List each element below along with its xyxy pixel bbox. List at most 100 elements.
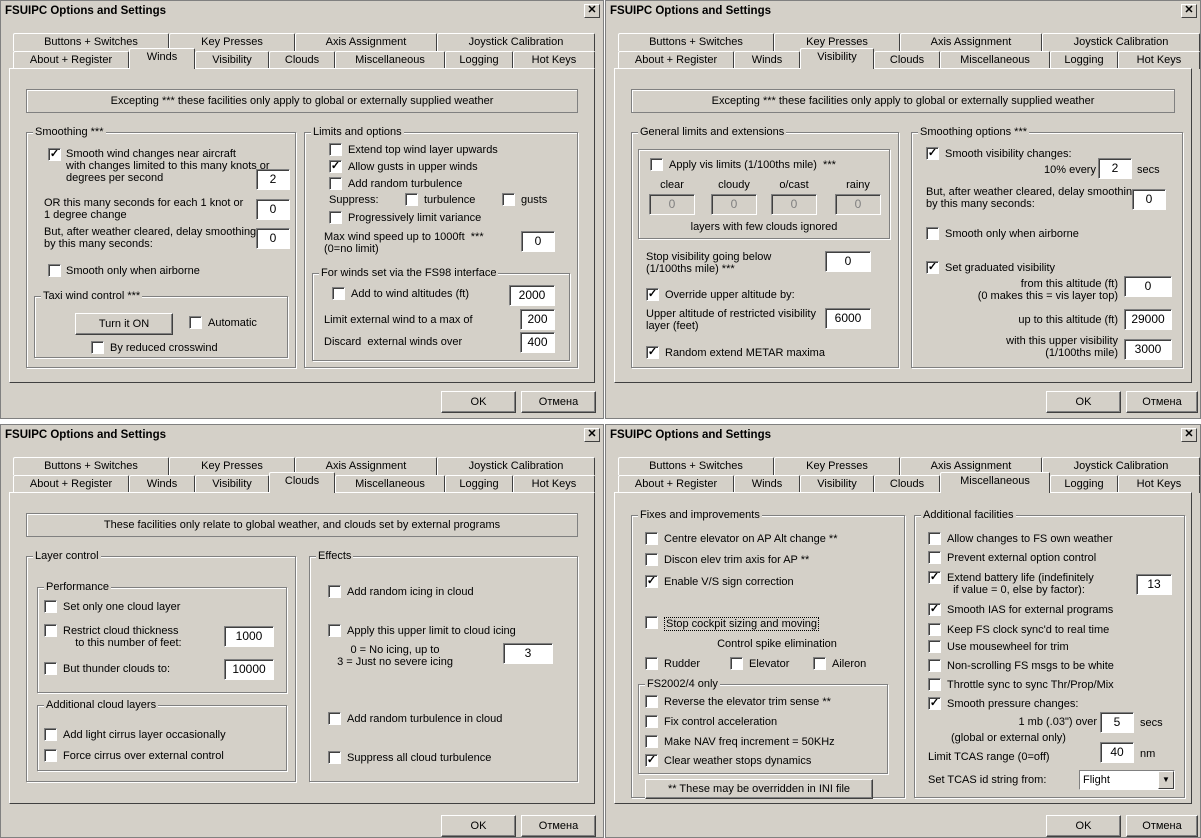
apply-vis-checkbox[interactable]	[650, 158, 663, 171]
from-alt-input[interactable]: 0	[1124, 276, 1172, 297]
tab-axis-assignment[interactable]: Axis Assignment	[295, 33, 437, 51]
tab-axis-assignment[interactable]: Axis Assignment	[900, 33, 1042, 51]
upper-alt-input[interactable]: 6000	[825, 308, 871, 329]
tab-joystick-calibration[interactable]: Joystick Calibration	[1042, 457, 1200, 475]
graduated-checkbox[interactable]: ✓	[926, 261, 939, 274]
tab-clouds[interactable]: Clouds	[874, 51, 940, 69]
thunder-checkbox[interactable]	[44, 662, 57, 675]
tab-winds[interactable]: Winds	[734, 475, 800, 493]
random-metar-checkbox[interactable]: ✓	[646, 346, 659, 359]
tab-visibility[interactable]: Visibility	[800, 48, 874, 69]
close-icon[interactable]: ✕	[584, 428, 600, 442]
tab-logging[interactable]: Logging	[445, 475, 513, 493]
icing-limit-input[interactable]: 3	[503, 643, 553, 664]
progressive-limit-checkbox[interactable]	[329, 211, 342, 224]
tab-clouds[interactable]: Clouds	[269, 51, 335, 69]
tab-joystick-calibration[interactable]: Joystick Calibration	[437, 457, 595, 475]
tab-about-register[interactable]: About + Register	[13, 51, 129, 69]
pressure-seconds-input[interactable]: 5	[1100, 712, 1134, 733]
tab-hot-keys[interactable]: Hot Keys	[513, 51, 595, 69]
tab-buttons-switches[interactable]: Buttons + Switches	[618, 33, 774, 51]
suppress-turbulence-checkbox[interactable]	[405, 193, 418, 206]
close-icon[interactable]: ✕	[1181, 4, 1197, 18]
tab-hot-keys[interactable]: Hot Keys	[1118, 475, 1200, 493]
cancel-button[interactable]: Отмена	[1126, 815, 1198, 837]
one-layer-checkbox[interactable]	[44, 600, 57, 613]
vis-delay-input[interactable]: 0	[1132, 189, 1166, 210]
ok-button[interactable]: OK	[1046, 815, 1121, 837]
vis-cloudy-input[interactable]: 0	[711, 194, 757, 215]
chevron-down-icon[interactable]: ▼	[1158, 771, 1174, 789]
delay-input[interactable]: 0	[256, 228, 290, 249]
vis-clear-input[interactable]: 0	[649, 194, 695, 215]
force-cirrus-checkbox[interactable]	[44, 749, 57, 762]
tab-buttons-switches[interactable]: Buttons + Switches	[13, 457, 169, 475]
aileron-checkbox[interactable]	[813, 657, 826, 670]
ok-button[interactable]: OK	[1046, 391, 1121, 413]
vis-ocast-input[interactable]: 0	[771, 194, 817, 215]
fix-acceleration-checkbox[interactable]	[645, 715, 658, 728]
tcas-id-select[interactable]: Flight ▼	[1079, 770, 1175, 790]
nav-freq-checkbox[interactable]	[645, 735, 658, 748]
max-wind-input[interactable]: 0	[521, 231, 555, 252]
cancel-button[interactable]: Отмена	[1126, 391, 1198, 413]
tab-about-register[interactable]: About + Register	[13, 475, 129, 493]
tcas-range-input[interactable]: 40	[1100, 742, 1134, 763]
suppress-turbulence-checkbox[interactable]	[328, 751, 341, 764]
tab-about-register[interactable]: About + Register	[618, 51, 734, 69]
tab-visibility[interactable]: Visibility	[195, 51, 269, 69]
upper-vis-input[interactable]: 3000	[1124, 339, 1172, 360]
add-altitudes-input[interactable]: 2000	[509, 285, 555, 306]
stop-below-input[interactable]: 0	[825, 251, 871, 272]
rudder-checkbox[interactable]	[645, 657, 658, 670]
override-checkbox[interactable]: ✓	[646, 288, 659, 301]
tab-winds[interactable]: Winds	[129, 48, 195, 69]
close-icon[interactable]: ✕	[1181, 428, 1197, 442]
allow-gusts-checkbox[interactable]: ✓	[329, 160, 342, 173]
tab-clouds[interactable]: Clouds	[874, 475, 940, 493]
restrict-thickness-checkbox[interactable]	[44, 624, 57, 637]
nonscrolling-checkbox[interactable]	[928, 659, 941, 672]
centre-elevator-checkbox[interactable]	[645, 532, 658, 545]
ok-button[interactable]: OK	[441, 391, 516, 413]
vis-rainy-input[interactable]: 0	[835, 194, 881, 215]
tab-winds[interactable]: Winds	[129, 475, 195, 493]
suppress-gusts-checkbox[interactable]	[502, 193, 515, 206]
cirrus-checkbox[interactable]	[44, 728, 57, 741]
tab-hot-keys[interactable]: Hot Keys	[513, 475, 595, 493]
ok-button[interactable]: OK	[441, 815, 516, 837]
limit-external-input[interactable]: 200	[520, 309, 555, 330]
tab-visibility[interactable]: Visibility	[800, 475, 874, 493]
seconds-input[interactable]: 0	[256, 199, 290, 220]
thunder-input[interactable]: 10000	[224, 659, 274, 680]
automatic-checkbox[interactable]	[189, 316, 202, 329]
cancel-button[interactable]: Отмена	[521, 815, 596, 837]
turn-on-button[interactable]: Turn it ON	[75, 313, 173, 335]
tab-logging[interactable]: Logging	[1050, 475, 1118, 493]
elevator-checkbox[interactable]	[730, 657, 743, 670]
tab-buttons-switches[interactable]: Buttons + Switches	[618, 457, 774, 475]
add-altitudes-checkbox[interactable]	[332, 287, 345, 300]
keep-clock-checkbox[interactable]	[928, 623, 941, 636]
smooth-ias-checkbox[interactable]: ✓	[928, 603, 941, 616]
upper-icing-checkbox[interactable]	[328, 624, 341, 637]
tab-miscellaneous[interactable]: Miscellaneous	[335, 51, 445, 69]
tab-logging[interactable]: Logging	[445, 51, 513, 69]
tab-miscellaneous[interactable]: Miscellaneous	[335, 475, 445, 493]
battery-factor-input[interactable]: 13	[1136, 574, 1172, 595]
prevent-external-checkbox[interactable]	[928, 551, 941, 564]
tab-clouds[interactable]: Clouds	[269, 472, 335, 493]
tab-about-register[interactable]: About + Register	[618, 475, 734, 493]
discard-input[interactable]: 400	[520, 332, 555, 353]
up-to-alt-input[interactable]: 29000	[1124, 309, 1172, 330]
vs-sign-checkbox[interactable]: ✓	[645, 575, 658, 588]
extend-battery-checkbox[interactable]: ✓	[928, 571, 941, 584]
tab-hot-keys[interactable]: Hot Keys	[1118, 51, 1200, 69]
discon-elev-checkbox[interactable]	[645, 553, 658, 566]
knots-input[interactable]: 2	[256, 169, 290, 190]
tab-joystick-calibration[interactable]: Joystick Calibration	[437, 33, 595, 51]
clear-dynamics-checkbox[interactable]: ✓	[645, 754, 658, 767]
tab-joystick-calibration[interactable]: Joystick Calibration	[1042, 33, 1200, 51]
random-turbulence-checkbox[interactable]	[328, 712, 341, 725]
reverse-trim-checkbox[interactable]	[645, 695, 658, 708]
